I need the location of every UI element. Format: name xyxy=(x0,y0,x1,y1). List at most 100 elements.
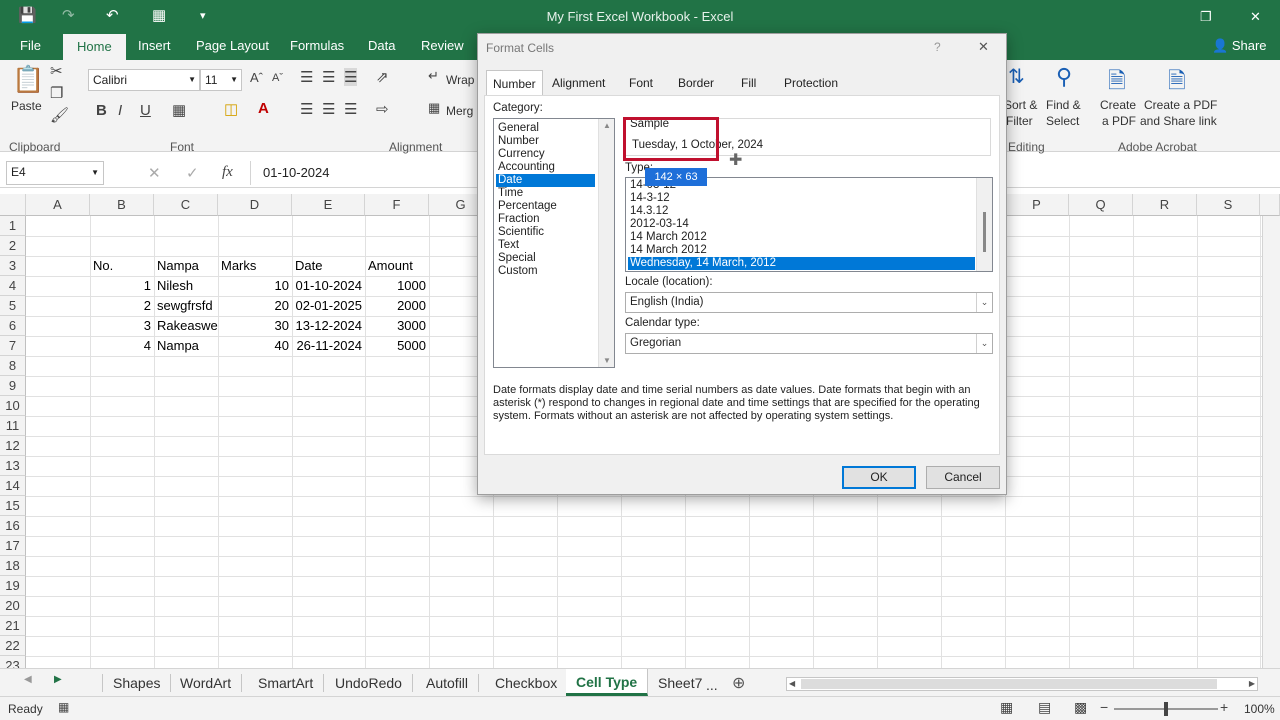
cell-d7[interactable]: 40 xyxy=(218,336,292,356)
locale-select[interactable]: English (India) ⌄ xyxy=(625,292,993,313)
grow-font-icon[interactable]: Aˆ xyxy=(250,70,263,85)
row-header[interactable]: 3 xyxy=(0,256,26,276)
create-pdf-label-1[interactable]: Create xyxy=(1100,98,1136,112)
page-break-view-icon[interactable]: ▩ xyxy=(1074,699,1087,716)
ok-button[interactable]: OK xyxy=(842,466,916,489)
category-scroll-down-icon[interactable]: ▼ xyxy=(603,356,611,365)
align-center-icon[interactable]: ☰ xyxy=(322,100,335,118)
tab-page-layout[interactable]: Page Layout xyxy=(196,38,269,53)
cell-e3[interactable]: Date xyxy=(292,256,365,276)
cancel-button[interactable]: Cancel xyxy=(926,466,1000,489)
cell-f4[interactable]: 1000 xyxy=(365,276,429,296)
find-label-1[interactable]: Find & xyxy=(1046,98,1081,112)
category-item[interactable]: Percentage xyxy=(496,200,559,213)
confirm-entry-icon[interactable]: ✓ xyxy=(186,164,199,182)
calendar-chevron-down-icon[interactable]: ⌄ xyxy=(976,334,992,353)
merge-icon[interactable]: ▦ xyxy=(428,100,440,116)
tab-home[interactable]: Home xyxy=(63,34,126,60)
sheet-tab[interactable]: Autofill xyxy=(416,674,480,692)
insert-function-icon[interactable]: fx xyxy=(222,164,233,181)
tab-review[interactable]: Review xyxy=(421,38,464,53)
cell-e5[interactable]: 02-01-2025 xyxy=(292,296,365,316)
h-scroll-left-icon[interactable]: ◀ xyxy=(789,678,795,690)
tab-border[interactable]: Border xyxy=(678,76,714,90)
type-item[interactable]: 14 March 2012 xyxy=(628,231,709,244)
tab-fill[interactable]: Fill xyxy=(741,76,756,90)
cell-b6[interactable]: 3 xyxy=(90,316,154,336)
column-header[interactable]: F xyxy=(365,194,429,216)
create-share-label-1[interactable]: Create a PDF xyxy=(1144,98,1217,112)
tab-formulas[interactable]: Formulas xyxy=(290,38,344,53)
category-item-selected[interactable]: Date xyxy=(496,174,595,187)
borders-icon[interactable]: ▦ xyxy=(172,101,186,119)
column-header[interactable]: Q xyxy=(1069,194,1133,216)
category-item[interactable]: Number xyxy=(496,135,541,148)
sheet-tab-active[interactable]: Cell Type xyxy=(566,669,649,696)
cell-c7[interactable]: Nampa xyxy=(154,336,218,356)
share-button[interactable]: 👤 Share xyxy=(1212,38,1267,54)
row-header[interactable]: 20 xyxy=(0,596,26,616)
window-close-icon[interactable]: ✕ xyxy=(1250,9,1261,25)
cell-e7[interactable]: 26-11-2024 xyxy=(292,336,365,356)
row-header[interactable]: 13 xyxy=(0,456,26,476)
category-scrollbar[interactable]: ▲ ▼ xyxy=(598,119,614,367)
sheet-tab[interactable]: SmartArt xyxy=(248,674,325,692)
sort-filter-icon[interactable]: ⇅ xyxy=(1008,64,1025,89)
find-label-2[interactable]: Select xyxy=(1046,114,1079,128)
find-select-icon[interactable]: ⚲ xyxy=(1056,64,1072,90)
cell-b4[interactable]: 1 xyxy=(90,276,154,296)
zoom-slider-thumb[interactable] xyxy=(1164,702,1168,716)
sheet-tab[interactable]: Shapes xyxy=(102,674,172,692)
restore-icon[interactable]: ❐ xyxy=(1200,9,1212,25)
column-header[interactable]: S xyxy=(1197,194,1260,216)
cell-d6[interactable]: 30 xyxy=(218,316,292,336)
horizontal-scrollbar[interactable]: ◀ ▶ xyxy=(786,677,1258,691)
cell-c3[interactable]: Nampa xyxy=(154,256,218,276)
row-header[interactable]: 22 xyxy=(0,636,26,656)
sort-label-1[interactable]: Sort & xyxy=(1004,98,1037,112)
category-item[interactable]: Scientific xyxy=(496,226,546,239)
cell-c4[interactable]: Nilesh xyxy=(154,276,218,296)
category-item[interactable]: Custom xyxy=(496,265,540,278)
paste-icon[interactable]: 📋 xyxy=(12,64,44,95)
row-header[interactable]: 6 xyxy=(0,316,26,336)
indent-icon[interactable]: ⇨ xyxy=(376,100,389,118)
type-item[interactable]: 14-3-12 xyxy=(628,192,672,205)
create-share-label-2[interactable]: and Share link xyxy=(1140,114,1217,128)
row-header[interactable]: 9 xyxy=(0,376,26,396)
category-item[interactable]: Accounting xyxy=(496,161,557,174)
font-name-box[interactable]: Calibri ▼ xyxy=(88,69,200,91)
row-header[interactable]: 17 xyxy=(0,536,26,556)
align-bottom-icon[interactable]: ☰ xyxy=(344,68,358,86)
italic-icon[interactable]: I xyxy=(118,102,122,119)
cell-f6[interactable]: 3000 xyxy=(365,316,429,336)
tab-file[interactable]: File xyxy=(20,38,41,53)
copy-icon[interactable]: ❐ xyxy=(50,84,63,102)
column-header[interactable]: P xyxy=(1005,194,1069,216)
cut-icon[interactable]: ✂ xyxy=(50,62,63,80)
normal-view-icon[interactable]: ▦ xyxy=(1000,699,1013,716)
row-header[interactable]: 21 xyxy=(0,616,26,636)
type-list[interactable]: 14-03-12 14-3-12 14.3.12 2012-03-14 14 M… xyxy=(625,177,993,272)
help-icon[interactable]: ? xyxy=(934,40,941,54)
cell-e6[interactable]: 13-12-2024 xyxy=(292,316,365,336)
row-header[interactable]: 18 xyxy=(0,556,26,576)
tab-font[interactable]: Font xyxy=(629,76,653,90)
h-scroll-right-icon[interactable]: ▶ xyxy=(1249,678,1255,690)
format-painter-icon[interactable]: 🖌 xyxy=(50,106,69,124)
sheet-tab[interactable]: WordArt xyxy=(170,674,243,692)
column-header[interactable]: D xyxy=(218,194,292,216)
category-item[interactable]: Special xyxy=(496,252,538,265)
row-header[interactable]: 19 xyxy=(0,576,26,596)
type-item[interactable]: 14.3.12 xyxy=(628,205,670,218)
cancel-entry-icon[interactable]: ✕ xyxy=(148,164,161,182)
locale-chevron-down-icon[interactable]: ⌄ xyxy=(976,293,992,312)
row-header[interactable]: 4 xyxy=(0,276,26,296)
category-item[interactable]: Currency xyxy=(496,148,547,161)
font-size-chevron-icon[interactable]: ▼ xyxy=(230,75,238,84)
column-header[interactable]: B xyxy=(90,194,154,216)
font-color-icon[interactable]: A xyxy=(258,100,269,117)
cell-c5[interactable]: sewgfrsfd xyxy=(154,296,218,316)
page-layout-view-icon[interactable]: ▤ xyxy=(1038,699,1051,716)
category-scroll-up-icon[interactable]: ▲ xyxy=(603,121,611,130)
